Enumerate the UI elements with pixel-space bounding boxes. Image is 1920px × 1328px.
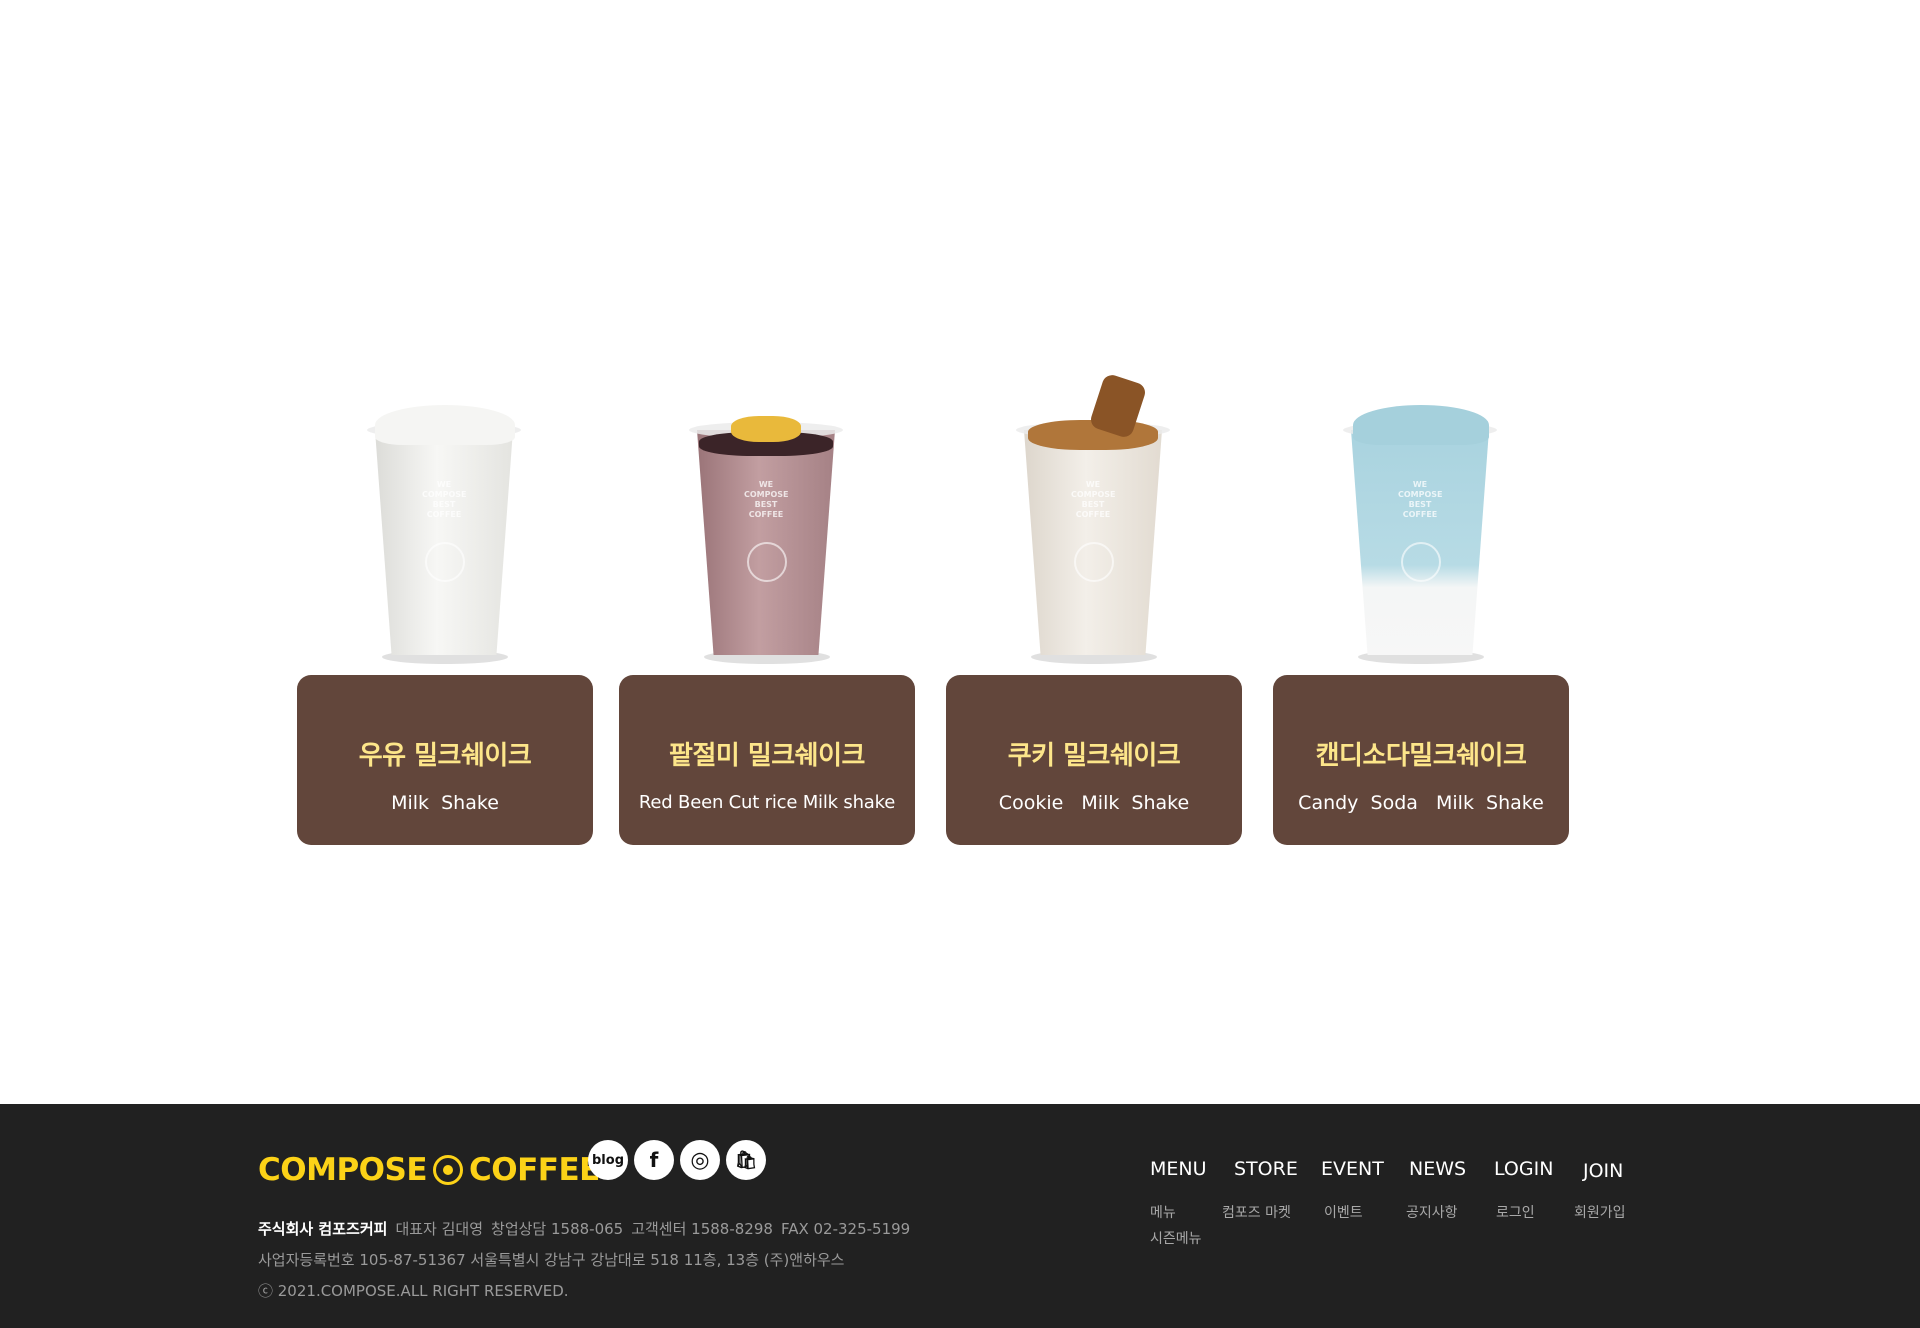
copyright: ⓒ 2021.COMPOSE.ALL RIGHT RESERVED.: [258, 1282, 569, 1300]
facebook-icon[interactable]: f: [634, 1140, 674, 1180]
footer-nav-join[interactable]: JOIN: [1583, 1160, 1623, 1182]
footer-subnav-market[interactable]: 컴포즈 마켓: [1222, 1202, 1291, 1222]
instagram-icon[interactable]: ◎: [680, 1140, 720, 1180]
footer-subnav-season-menu[interactable]: 시즌메뉴: [1150, 1228, 1202, 1248]
logo-text-left: COMPOSE: [258, 1152, 428, 1188]
product-name-ko: 캔디소다밀크쉐이크: [1315, 741, 1527, 771]
blog-icon[interactable]: blog: [588, 1140, 628, 1180]
compose-coffee-logo[interactable]: COMPOSE COFFEE: [258, 1150, 600, 1190]
cup-print-text: WE COMPOSE BEST COFFEE: [744, 480, 789, 519]
whipped-topping: [375, 405, 515, 445]
footer-nav-login[interactable]: LOGIN: [1494, 1158, 1553, 1180]
footer-subnav-event[interactable]: 이벤트: [1324, 1202, 1363, 1222]
product-image[interactable]: WE COMPOSE BEST COFFEE: [297, 370, 593, 670]
shop-bag-icon[interactable]: 🛍: [726, 1140, 766, 1180]
footer-subnav-login[interactable]: 로그인: [1496, 1202, 1535, 1222]
fax-info: FAX 02-325-5199: [780, 1220, 911, 1238]
product-card[interactable]: 캔디소다밀크쉐이크 Candy Soda Milk Shake: [1273, 675, 1569, 845]
product-name-ko: 팥절미 밀크쉐이크: [669, 741, 865, 771]
product-name-en: Red Been Cut rice Milk shake: [638, 792, 896, 813]
footer-nav-store[interactable]: STORE: [1234, 1158, 1298, 1180]
footer-nav: MENU STORE EVENT NEWS LOGIN JOIN: [1150, 1150, 1630, 1190]
coffee-bean-logo-icon: [433, 1155, 464, 1185]
soda-topping: [1353, 405, 1489, 445]
product-card[interactable]: 우유 밀크쉐이크 Milk Shake: [297, 675, 593, 845]
ceo-info: 대표자 김대영: [395, 1220, 484, 1238]
product-image[interactable]: WE COMPOSE BEST COFFEE: [1273, 370, 1569, 670]
cup-emblem-icon: [747, 542, 787, 582]
product-image[interactable]: WE COMPOSE BEST COFFEE: [946, 370, 1242, 670]
site-footer: COMPOSE COFFEE blog f ◎ 🛍 주식회사 컴포즈커피 대표자 …: [0, 1104, 1920, 1328]
footer-nav-menu[interactable]: MENU: [1150, 1158, 1207, 1180]
product-name-en: Milk Shake: [391, 792, 499, 814]
footer-subnav-notice[interactable]: 공지사항: [1406, 1202, 1458, 1222]
footer-nav-event[interactable]: EVENT: [1321, 1158, 1384, 1180]
company-info: 주식회사 컴포즈커피 대표자 김대영 창업상담 1588-065 고객센터 1588-…: [258, 1214, 1018, 1307]
cs-contact: 고객센터 1588-8298: [631, 1220, 773, 1238]
cup-emblem-icon: [1074, 542, 1114, 582]
cup-emblem-icon: [1401, 542, 1441, 582]
startup-contact: 창업상담 1588-065: [491, 1220, 624, 1238]
product-card[interactable]: 팥절미 밀크쉐이크 Red Been Cut rice Milk shake: [619, 675, 915, 845]
footer-nav-news[interactable]: NEWS: [1409, 1158, 1466, 1180]
product-name-en: Candy Soda Milk Shake: [1298, 792, 1544, 814]
registration-info: 사업자등록번호 105-87-51367 서울특별시 강남구 강남대로 518 …: [258, 1251, 845, 1269]
cup-print-text: WE COMPOSE BEST COFFEE: [422, 480, 467, 519]
product-image[interactable]: WE COMPOSE BEST COFFEE: [619, 370, 915, 670]
rice-cake-topping: [731, 416, 801, 442]
footer-subnav-join[interactable]: 회원가입: [1574, 1202, 1626, 1222]
social-links: blog f ◎ 🛍: [588, 1140, 766, 1180]
product-name-ko: 우유 밀크쉐이크: [358, 741, 532, 771]
cup-emblem-icon: [425, 542, 465, 582]
product-name-ko: 쿠키 밀크쉐이크: [1007, 741, 1181, 771]
product-list: WE COMPOSE BEST COFFEE 우유 밀크쉐이크 Milk Sha…: [0, 0, 1920, 1104]
product-card[interactable]: 쿠키 밀크쉐이크 Cookie Milk Shake: [946, 675, 1242, 845]
company-line-1: 주식회사 컴포즈커피 대표자 김대영 창업상담 1588-065 고객센터 1588-…: [258, 1214, 1018, 1245]
logo-text-right: COFFEE: [469, 1152, 600, 1188]
cup-print-text: WE COMPOSE BEST COFFEE: [1071, 480, 1116, 519]
cup-print-text: WE COMPOSE BEST COFFEE: [1398, 480, 1443, 519]
footer-subnav-menu[interactable]: 메뉴: [1150, 1202, 1176, 1222]
product-name-en: Cookie Milk Shake: [998, 792, 1190, 814]
company-name: 주식회사 컴포즈커피: [258, 1220, 388, 1238]
